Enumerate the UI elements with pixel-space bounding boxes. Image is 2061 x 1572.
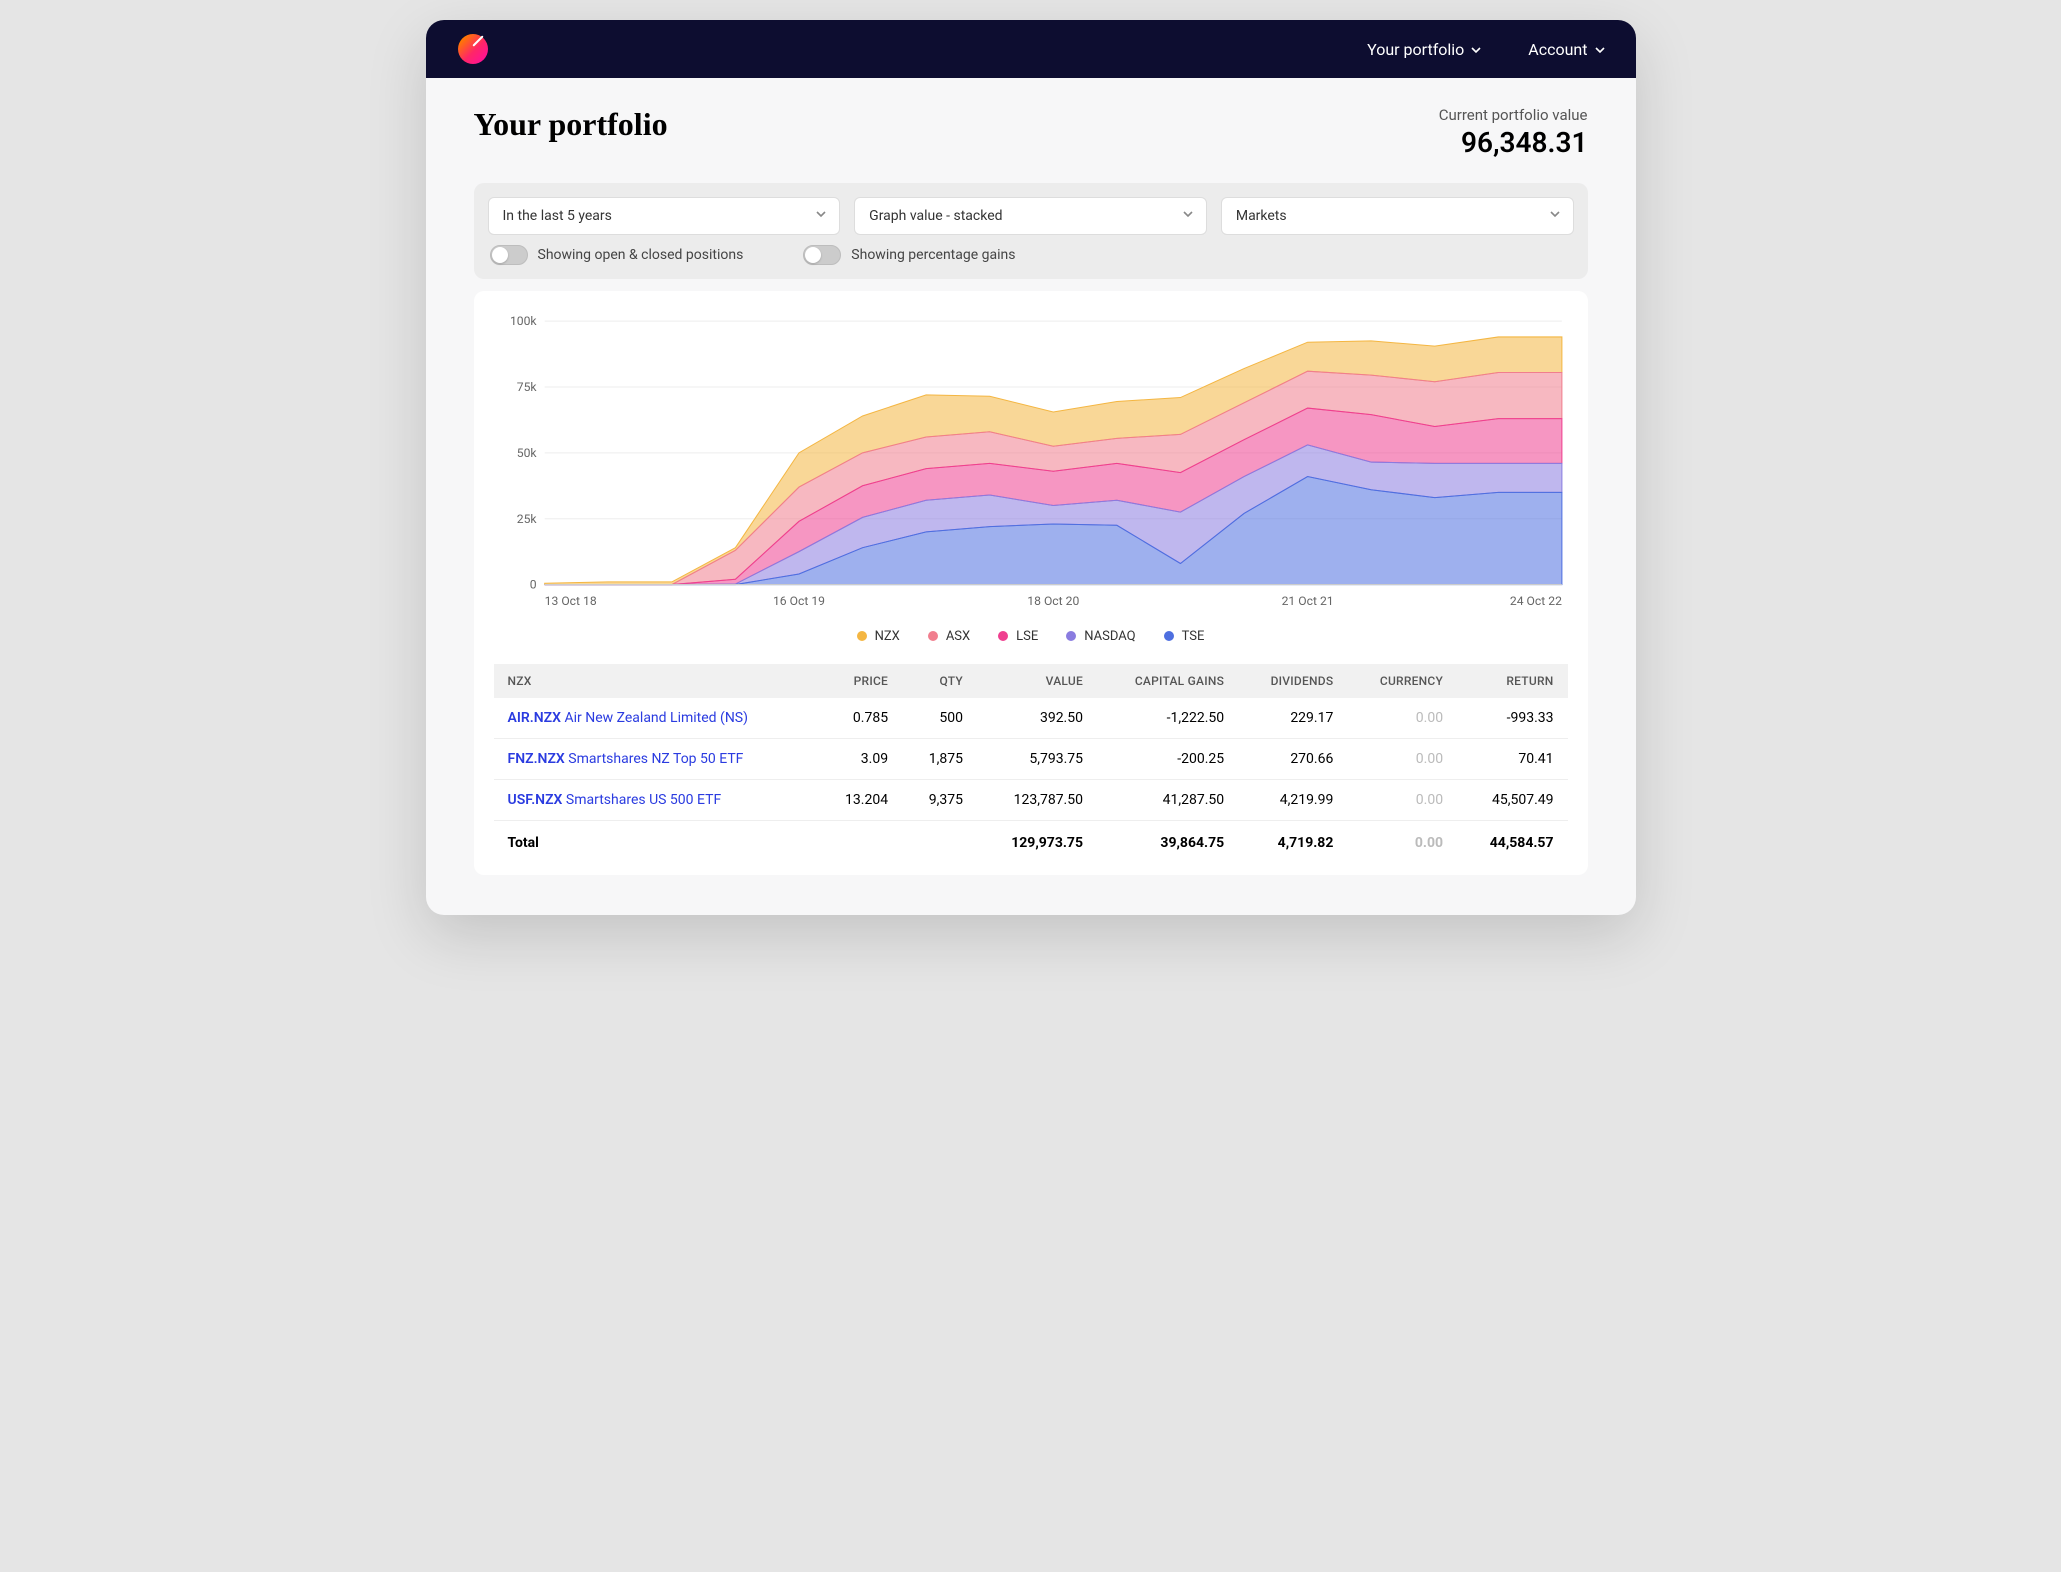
col-return: RETURN — [1457, 664, 1567, 698]
svg-text:18 Oct 20: 18 Oct 20 — [1027, 594, 1079, 608]
cell-currency: 0.00 — [1347, 698, 1457, 739]
top-bar: Your portfolio Account — [426, 20, 1636, 78]
legend-item-lse: LSE — [998, 629, 1038, 644]
cell-qty: 500 — [902, 698, 977, 739]
legend-item-nasdaq: NASDAQ — [1066, 629, 1135, 644]
col-price: PRICE — [817, 664, 902, 698]
chevron-down-icon — [1594, 44, 1604, 54]
cell-qty: 9,375 — [902, 779, 977, 820]
table-row: USF.NZX Smartshares US 500 ETF13.2049,37… — [494, 779, 1568, 820]
toggle-switch-icon — [803, 245, 841, 265]
svg-text:13 Oct 18: 13 Oct 18 — [544, 594, 596, 608]
group-select-value: Markets — [1236, 208, 1287, 224]
mode-select-value: Graph value - stacked — [869, 208, 1002, 224]
chart-card: 0 25k 50k 75k 100k 13 Oct 18 16 Oct 19 18 Oct 2… — [474, 291, 1588, 875]
chevron-down-icon — [1182, 208, 1194, 224]
cell-return: -993.33 — [1457, 698, 1567, 739]
holdings-table: NZX PRICE QTY VALUE CAPITAL GAINS DIVIDE… — [494, 664, 1568, 865]
chevron-down-icon — [815, 208, 827, 224]
table-total-row: Total 129,973.75 39,864.75 4,719.82 0.00… — [494, 820, 1568, 865]
total-capital-gains: 39,864.75 — [1097, 820, 1238, 865]
col-qty: QTY — [902, 664, 977, 698]
range-select-value: In the last 5 years — [503, 208, 612, 224]
cell-capital-gains: -1,222.50 — [1097, 698, 1238, 739]
portfolio-value-block: Current portfolio value 96,348.31 — [1439, 106, 1588, 159]
table-header-row: NZX PRICE QTY VALUE CAPITAL GAINS DIVIDE… — [494, 664, 1568, 698]
col-value: VALUE — [977, 664, 1097, 698]
cell-name[interactable]: USF.NZX Smartshares US 500 ETF — [494, 779, 817, 820]
total-value: 129,973.75 — [977, 820, 1097, 865]
range-select[interactable]: In the last 5 years — [488, 197, 841, 235]
logo-icon — [458, 34, 488, 64]
svg-text:24 Oct 22: 24 Oct 22 — [1509, 594, 1561, 608]
table-row: FNZ.NZX Smartshares NZ Top 50 ETF3.091,8… — [494, 738, 1568, 779]
table-row: AIR.NZX Air New Zealand Limited (NS)0.78… — [494, 698, 1568, 739]
nav-account[interactable]: Account — [1528, 40, 1603, 59]
cell-capital-gains: 41,287.50 — [1097, 779, 1238, 820]
cell-price: 0.785 — [817, 698, 902, 739]
toggle-positions-label: Showing open & closed positions — [538, 247, 744, 263]
portfolio-value-label: Current portfolio value — [1439, 106, 1588, 124]
stacked-area-chart: 0 25k 50k 75k 100k 13 Oct 18 16 Oct 19 18 Oct 2… — [494, 311, 1568, 615]
portfolio-value-amount: 96,348.31 — [1439, 126, 1588, 159]
mode-select[interactable]: Graph value - stacked — [854, 197, 1207, 235]
svg-text:100k: 100k — [509, 314, 536, 328]
cell-price: 3.09 — [817, 738, 902, 779]
cell-return: 45,507.49 — [1457, 779, 1567, 820]
group-select[interactable]: Markets — [1221, 197, 1574, 235]
total-label: Total — [494, 820, 817, 865]
chevron-down-icon — [1470, 44, 1480, 54]
cell-dividends: 229.17 — [1238, 698, 1347, 739]
svg-text:0: 0 — [529, 578, 536, 592]
legend-item-asx: ASX — [928, 629, 970, 644]
svg-text:75k: 75k — [516, 380, 537, 394]
nav-portfolio[interactable]: Your portfolio — [1367, 40, 1480, 59]
svg-text:21 Oct 21: 21 Oct 21 — [1281, 594, 1333, 608]
legend-item-nzx: NZX — [857, 629, 900, 644]
app-window: Your portfolio Account Your portfolio Cu… — [426, 20, 1636, 915]
cell-value: 123,787.50 — [977, 779, 1097, 820]
page-title: Your portfolio — [474, 106, 668, 143]
cell-qty: 1,875 — [902, 738, 977, 779]
cell-name[interactable]: AIR.NZX Air New Zealand Limited (NS) — [494, 698, 817, 739]
chart-holder: 0 25k 50k 75k 100k 13 Oct 18 16 Oct 19 18 Oct 2… — [494, 311, 1568, 615]
nav-portfolio-label: Your portfolio — [1367, 40, 1464, 59]
controls-panel: In the last 5 years Graph value - stacke… — [474, 183, 1588, 279]
total-dividends: 4,719.82 — [1238, 820, 1347, 865]
cell-name[interactable]: FNZ.NZX Smartshares NZ Top 50 ETF — [494, 738, 817, 779]
col-section: NZX — [494, 664, 817, 698]
cell-currency: 0.00 — [1347, 779, 1457, 820]
cell-value: 5,793.75 — [977, 738, 1097, 779]
cell-dividends: 4,219.99 — [1238, 779, 1347, 820]
chart-legend: NZX ASX LSE NASDAQ TSE — [494, 615, 1568, 664]
chevron-down-icon — [1549, 208, 1561, 224]
col-capital-gains: CAPITAL GAINS — [1097, 664, 1238, 698]
legend-item-tse: TSE — [1164, 629, 1205, 644]
cell-currency: 0.00 — [1347, 738, 1457, 779]
toggle-percent-label: Showing percentage gains — [851, 247, 1015, 263]
total-currency: 0.00 — [1347, 820, 1457, 865]
svg-text:25k: 25k — [516, 512, 537, 526]
cell-dividends: 270.66 — [1238, 738, 1347, 779]
cell-return: 70.41 — [1457, 738, 1567, 779]
col-dividends: DIVIDENDS — [1238, 664, 1347, 698]
cell-price: 13.204 — [817, 779, 902, 820]
col-currency: CURRENCY — [1347, 664, 1457, 698]
toggle-positions[interactable]: Showing open & closed positions — [490, 245, 744, 265]
total-return: 44,584.57 — [1457, 820, 1567, 865]
nav-account-label: Account — [1528, 40, 1587, 59]
svg-text:50k: 50k — [516, 446, 537, 460]
toggle-switch-icon — [490, 245, 528, 265]
cell-value: 392.50 — [977, 698, 1097, 739]
svg-text:16 Oct 19: 16 Oct 19 — [772, 594, 824, 608]
cell-capital-gains: -200.25 — [1097, 738, 1238, 779]
toggle-percent[interactable]: Showing percentage gains — [803, 245, 1015, 265]
